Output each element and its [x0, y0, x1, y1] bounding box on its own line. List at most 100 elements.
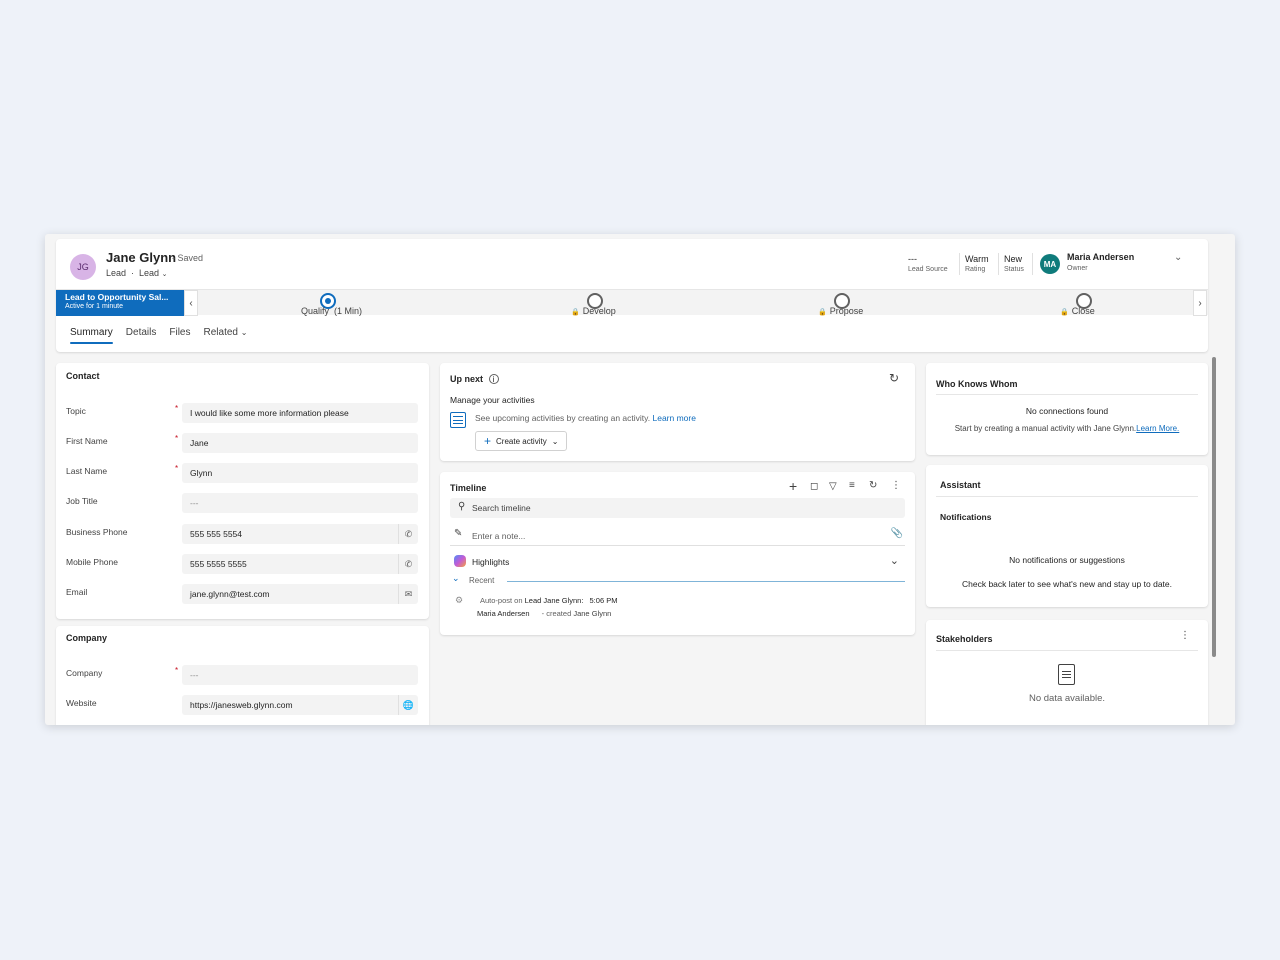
field-label: Email: [66, 587, 88, 597]
info-icon[interactable]: i: [488, 374, 499, 384]
lock-icon: 🔒: [571, 309, 580, 316]
required-marker: *: [175, 666, 179, 675]
up-next-section: Up next i ↻ Manage your activities See u…: [440, 363, 915, 461]
document-icon: [1058, 664, 1075, 685]
section-title: Contact: [66, 371, 100, 381]
tab-files[interactable]: Files: [169, 327, 190, 344]
who-knows-hint: Start by creating a manual activity with…: [954, 424, 1180, 433]
field-label: Last Name: [66, 466, 108, 476]
chevron-down-icon: ⌄: [161, 271, 168, 278]
job-title-input[interactable]: ---: [182, 493, 418, 513]
last-name-input[interactable]: Glynn: [182, 463, 418, 483]
stage-label: Qualify (1 Min): [301, 306, 363, 316]
tab-summary[interactable]: Summary: [70, 327, 113, 344]
divider: [936, 496, 1198, 497]
chevron-down-icon: ⌄: [551, 436, 559, 446]
vertical-scrollbar[interactable]: [1212, 357, 1216, 657]
bookmark-icon[interactable]: ◻: [810, 481, 818, 492]
chevron-right-icon: ›: [1198, 297, 1202, 309]
save-status: - Saved: [172, 253, 204, 263]
business-process-flow: Lead to Opportunity Sal... Active for 1 …: [56, 289, 1208, 316]
field-label: Topic: [66, 406, 86, 416]
section-title: Company: [66, 633, 108, 643]
tab-details[interactable]: Details: [126, 327, 157, 344]
contact-section: Contact Topic * I would like some more i…: [56, 363, 429, 619]
note-input[interactable]: ✎ Enter a note... 📎: [450, 526, 905, 546]
search-placeholder: Search timeline: [472, 503, 531, 513]
search-icon: ⚲: [458, 501, 466, 512]
first-name-input[interactable]: Jane: [182, 433, 418, 453]
process-flag[interactable]: Lead to Opportunity Sal... Active for 1 …: [56, 290, 184, 316]
chevron-left-icon: ‹: [189, 297, 193, 309]
field-label: Mobile Phone: [66, 557, 118, 567]
section-title: Assistant: [940, 480, 981, 490]
learn-more-link[interactable]: Learn more: [653, 413, 696, 423]
phone-icon[interactable]: ✆: [398, 524, 418, 544]
add-icon[interactable]: +: [789, 478, 797, 494]
owner-name[interactable]: Maria Andersen: [1067, 252, 1134, 262]
attachment-icon[interactable]: 📎: [891, 528, 903, 539]
required-marker: *: [175, 464, 179, 473]
field-website: Website https://janesweb.glynn.com 🌐: [66, 695, 418, 715]
field-last-name: Last Name * Glynn: [66, 463, 418, 483]
highlights-row[interactable]: Highlights ⌄: [450, 553, 905, 571]
refresh-icon[interactable]: ↻: [889, 371, 899, 385]
header-field-status[interactable]: New Status: [1004, 254, 1024, 273]
stakeholders-section: Stakeholders ⋮ No data available.: [926, 620, 1208, 725]
required-marker: *: [175, 434, 179, 443]
phone-icon[interactable]: ✆: [398, 554, 418, 574]
chevron-down-icon: ⌄: [452, 573, 460, 583]
field-first-name: First Name * Jane: [66, 433, 418, 453]
mail-icon[interactable]: ✉: [398, 584, 418, 604]
recent-group[interactable]: ⌄ Recent: [450, 573, 905, 589]
list-view-icon[interactable]: ≡: [849, 480, 855, 491]
field-company: Company * ---: [66, 665, 418, 685]
owner-avatar: MA: [1040, 254, 1060, 274]
highlights-label: Highlights: [472, 557, 510, 567]
more-options-icon[interactable]: ⋮: [891, 480, 901, 491]
email-input[interactable]: jane.glynn@test.com: [182, 584, 418, 604]
record-avatar: JG: [70, 254, 96, 280]
field-label: Company: [66, 668, 103, 678]
post-gear-icon: ⚙: [455, 595, 464, 605]
who-knows-whom-section: Who Knows Whom No connections found Star…: [926, 363, 1208, 455]
chevron-down-icon: ⌄: [240, 328, 248, 337]
timeline-post[interactable]: ⚙ Auto-post on Lead Jane Glynn: 5:06 PM …: [450, 594, 905, 624]
stage-prev-button[interactable]: ‹: [184, 290, 198, 316]
mobile-phone-input[interactable]: 555 5555 5555: [182, 554, 418, 574]
globe-icon[interactable]: 🌐: [398, 695, 418, 715]
create-activity-button[interactable]: + Create activity ⌄: [475, 431, 568, 451]
copilot-icon: [454, 555, 466, 567]
notifications-heading: Notifications: [940, 512, 992, 522]
recent-label: Recent: [469, 576, 495, 585]
record-header: JG Jane Glynn - Saved Lead · Lead ⌄ --- …: [56, 239, 1208, 352]
section-title: Up next i: [450, 374, 499, 384]
header-field-lead-source[interactable]: --- Lead Source: [908, 254, 948, 273]
refresh-icon[interactable]: ↻: [869, 480, 877, 491]
form-selector[interactable]: Lead ⌄: [139, 268, 167, 278]
topic-input[interactable]: I would like some more information pleas…: [182, 403, 418, 423]
section-title: Timeline: [450, 483, 487, 493]
header-divider: [998, 253, 999, 275]
tab-related[interactable]: Related ⌄: [204, 327, 248, 344]
search-timeline-field[interactable]: ⚲ Search timeline: [450, 498, 905, 518]
divider: [936, 650, 1198, 651]
stage-next-button[interactable]: ›: [1193, 290, 1207, 316]
header-expand-chevron-icon[interactable]: ⌄: [1174, 252, 1182, 263]
more-options-icon[interactable]: ⋮: [1180, 630, 1190, 641]
filter-icon[interactable]: ▽: [829, 481, 837, 492]
process-active-duration: Active for 1 minute: [65, 303, 123, 310]
process-name: Lead to Opportunity Sal...: [65, 292, 169, 302]
learn-more-link[interactable]: Learn More.: [1136, 424, 1179, 433]
post-body: Maria Andersen - created Jane Glynn: [477, 609, 612, 618]
header-field-rating[interactable]: Warm Rating: [965, 254, 989, 273]
business-phone-input[interactable]: 555 555 5554: [182, 524, 418, 544]
activities-hint: See upcoming activities by creating an a…: [475, 413, 696, 423]
website-input[interactable]: https://janesweb.glynn.com: [182, 695, 418, 715]
record-name: Jane Glynn: [106, 250, 177, 265]
separator-dot: ·: [131, 268, 135, 278]
activity-list-icon: [450, 412, 466, 428]
company-input[interactable]: ---: [182, 665, 418, 685]
required-marker: *: [175, 404, 179, 413]
activities-heading: Manage your activities: [450, 395, 535, 405]
